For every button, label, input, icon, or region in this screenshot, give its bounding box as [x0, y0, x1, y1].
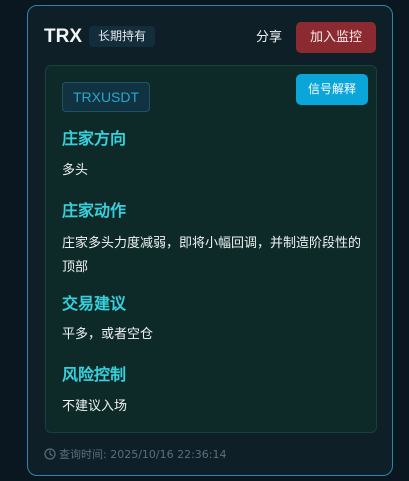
action-title: 庄家动作 [62, 201, 127, 220]
coin-name: TRX [44, 26, 82, 47]
signal-explain-button[interactable]: 信号解释 [296, 74, 368, 105]
advice-title: 交易建议 [62, 294, 127, 313]
risk-text: 不建议入场 [62, 399, 128, 414]
action-text: 庄家多头力度减弱，即将小幅回调，并制造阶段性的顶部 [62, 236, 362, 275]
query-time-text: 查询时间: 2025/10/16 22:36:14 [59, 448, 227, 461]
card-header: TRX 长期持有 分享 加入监控 [44, 22, 376, 54]
advice-text: 平多，或者空仓 [62, 327, 154, 342]
signal-panel: TRXUSDT 信号解释 庄家方向 多头 庄家动作 庄家多头力度减弱，即将小幅回… [45, 65, 377, 433]
signal-card: TRX 长期持有 分享 加入监控 TRXUSDT 信号解释 庄家方向 多头 庄家… [27, 5, 393, 476]
risk-title: 风险控制 [62, 365, 127, 384]
query-time: 查询时间: 2025/10/16 22:36:14 [44, 446, 227, 464]
direction-text: 多头 [62, 163, 89, 178]
direction-title: 庄家方向 [62, 129, 127, 148]
clock-icon [44, 448, 56, 460]
symbol-tag: TRXUSDT [62, 82, 150, 112]
share-button[interactable]: 分享 [244, 23, 294, 53]
add-monitor-button[interactable]: 加入监控 [296, 22, 376, 53]
hold-badge: 长期持有 [89, 26, 156, 47]
